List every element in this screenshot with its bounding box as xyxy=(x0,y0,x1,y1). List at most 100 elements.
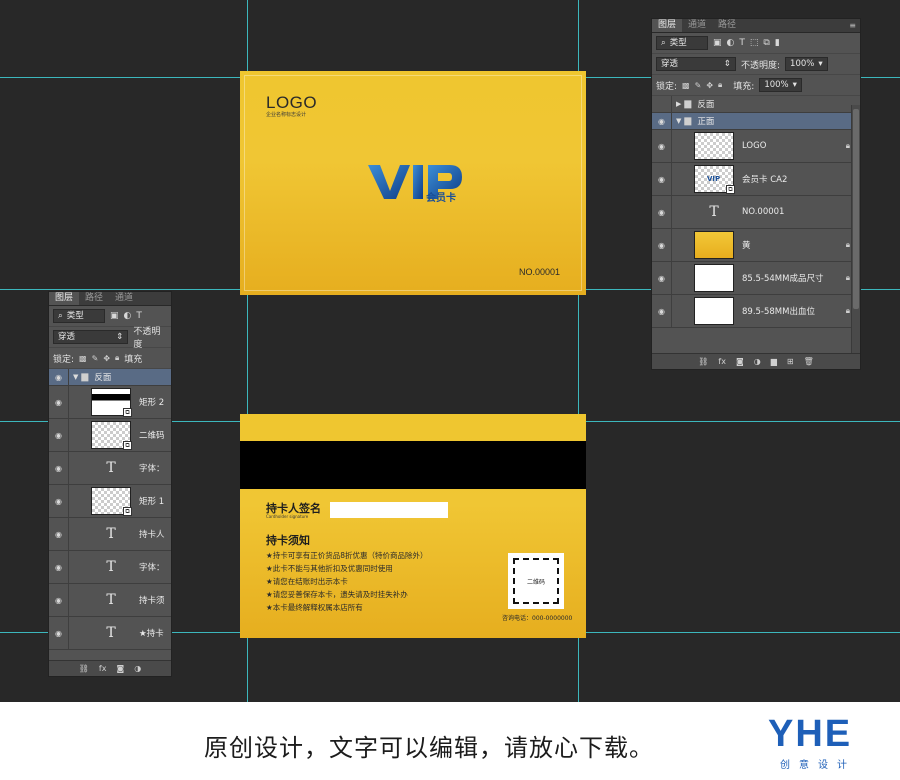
mask-icon[interactable]: ◙ xyxy=(736,357,744,366)
collapse-icon[interactable]: ▼ xyxy=(676,117,681,125)
layer-row[interactable]: ◉ T 持卡人 xyxy=(49,518,171,551)
image-filter-icon[interactable]: ▣ xyxy=(110,311,119,321)
eye-icon[interactable]: ◉ xyxy=(49,518,69,550)
layer-row[interactable]: ◉ 黄 🔒︎ xyxy=(652,229,860,262)
folder-icon: ▆ xyxy=(684,116,692,126)
chevron-down-icon: ▾ xyxy=(792,80,797,90)
visibility-toggle[interactable]: ● xyxy=(652,96,672,112)
eye-icon[interactable]: ◉ xyxy=(49,386,69,418)
link-icon[interactable]: ⛓ xyxy=(698,357,708,366)
layer-thumbnail xyxy=(694,264,734,292)
tab-channels[interactable]: 通道 xyxy=(682,19,712,32)
layer-group-back[interactable]: ◉ ▼ ▆ 反面 xyxy=(49,369,171,386)
layer-row[interactable]: ◉ T NO.00001 xyxy=(652,196,860,229)
tab-paths[interactable]: 路径 xyxy=(79,292,109,305)
filter-toggle-icon[interactable]: ▮ xyxy=(775,38,780,48)
canvas-workspace[interactable]: LOGO 企业名称标志设计 会员卡 NO.00001 持卡人签名 Cardhol… xyxy=(0,0,900,702)
layer-row[interactable]: ◉ T 字体： xyxy=(49,551,171,584)
vip-card-front: LOGO 企业名称标志设计 会员卡 NO.00001 xyxy=(240,71,586,295)
adjustment-icon[interactable]: ◑ xyxy=(134,664,141,673)
lock-label: 锁定: xyxy=(656,81,678,92)
eye-icon[interactable]: ◉ xyxy=(652,196,672,228)
panel-footer: ⛓ fx ◙ ◑ xyxy=(49,660,171,676)
eye-icon[interactable]: ◉ xyxy=(49,551,69,583)
layer-row[interactable]: ◉ T 持卡须 xyxy=(49,584,171,617)
smart-filter-icon[interactable]: ⧉ xyxy=(763,38,769,48)
filter-kind-select[interactable]: ⌕ 类型 xyxy=(53,309,105,323)
notice-list: ★持卡可享有正价货品8折优惠（特价商品除外） ★此卡不能与其他折扣及优惠同时使用… xyxy=(266,549,428,614)
lock-pixels-icon[interactable]: ▩ xyxy=(682,81,690,90)
layer-group-back[interactable]: ● ▶ ▆ 反面 xyxy=(652,96,860,113)
adjustment-icon[interactable]: ◑ xyxy=(754,357,761,366)
lock-pixels-icon[interactable]: ▩ xyxy=(79,354,87,363)
type-filter-icon[interactable]: T xyxy=(136,311,142,321)
layer-thumbnail: ⧉ xyxy=(91,421,132,450)
vip-card-back: 持卡人签名 Cardholder signature 持卡须知 ★持卡可享有正价… xyxy=(240,414,586,638)
eye-icon[interactable]: ◉ xyxy=(49,369,69,385)
layer-row[interactable]: ◉ ⧉ 二维码 xyxy=(49,419,171,452)
layer-row[interactable]: ◉ LOGO 🔒︎ xyxy=(652,130,860,163)
eye-icon[interactable]: ◉ xyxy=(652,262,672,294)
panel-tab-bar: 图层 通道 路径 ≡ xyxy=(652,19,860,33)
eye-icon[interactable]: ◉ xyxy=(652,113,672,129)
image-filter-icon[interactable]: ▣ xyxy=(713,38,722,48)
filter-kind-select[interactable]: ⌕ 类型 xyxy=(656,36,708,50)
layer-row[interactable]: ◉ T ★持卡 xyxy=(49,617,171,650)
layer-row[interactable]: ◉ T 字体： xyxy=(49,452,171,485)
shape-filter-icon[interactable]: ⬚ xyxy=(750,38,759,48)
blend-mode-select[interactable]: 穿透 ⇕ xyxy=(656,57,736,71)
eye-icon[interactable]: ◉ xyxy=(652,295,672,327)
phone-text: 咨询电话：000-0000000 xyxy=(502,615,573,622)
tab-layers[interactable]: 图层 xyxy=(652,19,683,32)
mask-icon[interactable]: ◙ xyxy=(116,664,124,673)
eye-icon[interactable]: ◉ xyxy=(49,584,69,616)
adjustment-filter-icon[interactable]: ◐ xyxy=(727,38,735,48)
layers-scrollbar[interactable] xyxy=(851,105,860,355)
eye-icon[interactable]: ◉ xyxy=(49,452,69,484)
eye-icon[interactable]: ◉ xyxy=(652,130,672,162)
panel-menu-icon[interactable]: ≡ xyxy=(849,19,860,32)
expand-icon[interactable]: ▶ xyxy=(676,100,681,108)
eye-icon[interactable]: ◉ xyxy=(652,229,672,261)
eye-icon[interactable]: ◉ xyxy=(49,419,69,451)
layer-thumbnail xyxy=(694,297,734,325)
adjustment-filter-icon[interactable]: ◐ xyxy=(124,311,132,321)
link-icon[interactable]: ⛓ xyxy=(79,664,89,673)
fx-icon[interactable]: fx xyxy=(99,664,107,673)
layer-group-front[interactable]: ◉ ▼ ▆ 正面 xyxy=(652,113,860,130)
panel-footer: ⛓ fx ◙ ◑ ▆ ⊞ 🗑︎ xyxy=(652,353,860,369)
layer-row[interactable]: ◉ 89.5-58MM出血位 🔒︎ xyxy=(652,295,860,328)
tab-layers[interactable]: 图层 xyxy=(49,292,80,305)
new-layer-icon[interactable]: ⊞ xyxy=(787,357,794,366)
lock-all-icon[interactable]: 🔒︎ xyxy=(718,80,722,90)
eye-icon[interactable]: ◉ xyxy=(49,485,69,517)
layer-row[interactable]: ◉ ⧉ 矩形 1 xyxy=(49,485,171,518)
chevron-down-icon: ⇕ xyxy=(116,332,124,342)
eye-icon[interactable]: ◉ xyxy=(652,163,672,195)
tab-channels[interactable]: 通道 xyxy=(109,292,139,305)
opacity-input[interactable]: 100% ▾ xyxy=(785,57,828,71)
folder-icon: ▆ xyxy=(684,99,692,109)
trash-icon[interactable]: 🗑︎ xyxy=(804,357,814,366)
collapse-icon[interactable]: ▼ xyxy=(73,373,78,381)
scroll-thumb[interactable] xyxy=(853,109,859,309)
panel-tab-bar: 图层 路径 通道 xyxy=(49,292,171,306)
notice-item: ★持卡可享有正价货品8折优惠（特价商品除外） xyxy=(266,551,428,560)
new-group-icon[interactable]: ▆ xyxy=(771,357,777,366)
brush-icon[interactable]: ✎ xyxy=(92,354,99,363)
blend-mode-select[interactable]: 穿透 ⇕ xyxy=(53,330,129,344)
opacity-label: 不透明度: xyxy=(741,60,781,71)
type-filter-icon[interactable]: T xyxy=(739,38,745,48)
fx-icon[interactable]: fx xyxy=(718,357,726,366)
move-icon[interactable]: ✥ xyxy=(706,81,713,90)
layer-row[interactable]: ◉ VIP ⧉ 会员卡 CA2 xyxy=(652,163,860,196)
fill-input[interactable]: 100% ▾ xyxy=(759,78,802,92)
layer-row[interactable]: ◉ ⧉ 矩形 2 xyxy=(49,386,171,419)
tab-paths[interactable]: 路径 xyxy=(712,19,742,32)
lock-icon: 🔒︎ xyxy=(845,273,850,282)
lock-all-icon[interactable]: 🔒︎ xyxy=(115,353,119,363)
brush-icon[interactable]: ✎ xyxy=(695,81,702,90)
eye-icon[interactable]: ◉ xyxy=(49,617,69,649)
layer-row[interactable]: ◉ 85.5-54MM成品尺寸 🔒︎ xyxy=(652,262,860,295)
move-icon[interactable]: ✥ xyxy=(103,354,110,363)
